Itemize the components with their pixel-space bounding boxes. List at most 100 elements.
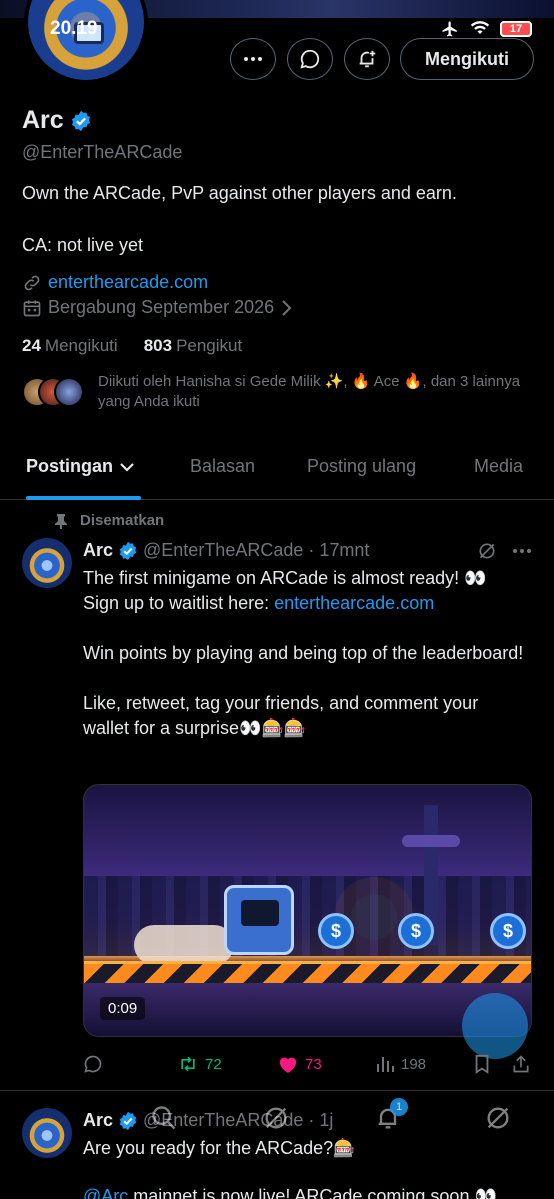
coin-icon: $	[398, 913, 434, 949]
like-count: 73	[305, 1055, 322, 1073]
post-header: Arc @EnterTheARCade · 1j	[83, 1110, 333, 1131]
profile-avatar[interactable]	[24, 0, 148, 84]
views-count: 198	[401, 1055, 427, 1073]
views-icon	[377, 1057, 394, 1072]
verified-badge-icon[interactable]	[70, 110, 92, 132]
active-tab-indicator	[26, 496, 141, 500]
pinned-indicator: Disematkan	[54, 512, 164, 529]
website-row: enterthearcade.com	[22, 272, 208, 293]
tab-media[interactable]: Media	[474, 456, 523, 477]
post-header: Arc @EnterTheARCade · 17mnt	[83, 540, 369, 561]
repost-icon	[181, 1056, 195, 1072]
repost-button[interactable]: 72	[177, 1054, 222, 1074]
joined-date: Bergabung September 2026	[48, 297, 275, 317]
post-author-name[interactable]: Arc	[83, 1110, 113, 1131]
notification-badge: 1	[390, 1098, 408, 1116]
tab-label: Postingan	[26, 456, 114, 476]
chevron-right-icon	[282, 299, 292, 316]
grok-icon[interactable]	[477, 541, 497, 561]
video-scene	[224, 885, 294, 955]
link-icon	[24, 275, 40, 290]
airplane-icon	[442, 21, 457, 37]
tab-replies[interactable]: Balasan	[190, 456, 255, 477]
post-paragraph: Win points by playing and being top of t…	[83, 643, 524, 663]
reply-button[interactable]	[83, 1054, 103, 1074]
coin-icon: $	[318, 913, 354, 949]
post-actions: 72 73 198	[83, 1054, 532, 1078]
followers-label: Pengikut	[176, 336, 243, 355]
more-options-button[interactable]	[230, 38, 276, 80]
share-button[interactable]	[511, 1054, 531, 1074]
profile-name: Arc	[22, 106, 64, 134]
video-duration: 0:09	[100, 997, 146, 1020]
post-text-line: Sign up to waitlist here:	[83, 593, 275, 613]
profile-bio: Own the ARCade, PvP against other player…	[22, 180, 532, 258]
share-icon	[513, 1055, 529, 1073]
followed-by-row[interactable]: Diikuti oleh Hanisha si Gede Milik ✨, 🔥 …	[22, 372, 528, 412]
chevron-down-icon	[120, 462, 134, 472]
status-time: 20.19	[50, 18, 98, 39]
followers-count-link[interactable]: 803 Pengikut	[144, 336, 243, 356]
coin-icon: $	[490, 913, 526, 949]
tab-posts[interactable]: Postingan	[26, 456, 135, 477]
post-text-fragment: mainnet is now live! ARCade coming soon …	[128, 1186, 497, 1199]
post-avatar[interactable]	[22, 538, 72, 588]
post-author-handle: @EnterTheARCade	[143, 1110, 304, 1130]
battery-icon: 17	[500, 21, 532, 37]
website-link[interactable]: enterthearcade.com	[48, 272, 208, 293]
status-icons: 17	[440, 20, 532, 38]
wifi-icon	[470, 21, 490, 34]
video-scene	[402, 835, 460, 847]
bell-plus-icon	[359, 50, 376, 68]
messages-icon[interactable]	[484, 1104, 512, 1132]
followed-by-avatars	[22, 377, 84, 407]
verified-badge-icon	[119, 1111, 137, 1130]
compose-fab[interactable]	[462, 993, 528, 1059]
following-button[interactable]: Mengikuti	[400, 38, 534, 80]
post-paragraph: Like, retweet, tag your friends, and com…	[83, 693, 479, 738]
post-time: · 1j	[308, 1110, 334, 1130]
bookmark-button[interactable]	[473, 1054, 491, 1074]
post-divider	[0, 1090, 554, 1091]
repost-count: 72	[205, 1055, 222, 1073]
post-avatar[interactable]	[22, 1108, 72, 1158]
calendar-icon	[23, 300, 41, 316]
verified-badge-icon	[119, 541, 137, 560]
post-video[interactable]: $ $ $ 0:09	[83, 784, 532, 1037]
post-body: The first minigame on ARCade is almost r…	[83, 566, 528, 741]
message-button[interactable]	[287, 38, 333, 80]
reply-icon	[84, 1055, 102, 1073]
post-text-line: @Arc mainnet is now live! ARCade coming …	[83, 1186, 497, 1199]
bookmark-icon	[475, 1054, 489, 1074]
heart-icon	[279, 1057, 297, 1074]
profile-tabs: Postingan Balasan Posting ulang Media	[0, 440, 554, 500]
avatar	[54, 377, 84, 407]
video-scene	[134, 925, 234, 965]
post-link[interactable]: enterthearcade.com	[274, 593, 434, 613]
post-text-line: The first minigame on ARCade is almost r…	[83, 568, 487, 588]
following-label: Mengikuti	[44, 336, 118, 355]
profile-name-row: Arc	[22, 106, 92, 135]
post-text-line: Are you ready for the ARCade?🎰	[83, 1138, 356, 1158]
chat-bubble-icon	[300, 49, 320, 69]
following-count-link[interactable]: 24 Mengikuti	[22, 336, 118, 356]
video-scene	[84, 961, 531, 983]
notify-button[interactable]	[344, 38, 390, 80]
follow-counts: 24 Mengikuti 803 Pengikut	[22, 336, 242, 356]
more-icon	[244, 57, 262, 61]
post-mention[interactable]: @Arc	[83, 1186, 128, 1199]
followed-by-text: Diikuti oleh Hanisha si Gede Milik ✨, 🔥 …	[98, 373, 521, 410]
tab-reposts[interactable]: Posting ulang	[307, 456, 416, 477]
post-author-name[interactable]: Arc	[83, 540, 113, 561]
post-time: · 17mnt	[308, 540, 370, 560]
like-button[interactable]: 73	[277, 1054, 322, 1074]
following-count: 24	[22, 336, 41, 355]
pinned-label: Disematkan	[80, 512, 165, 529]
views-button[interactable]: 198	[375, 1054, 426, 1074]
pin-icon	[55, 513, 67, 529]
profile-handle: @EnterTheARCade	[22, 142, 183, 162]
followers-count: 803	[143, 336, 173, 355]
post-more-icon[interactable]	[512, 548, 532, 554]
post-author-handle: @EnterTheARCade	[143, 540, 304, 560]
joined-row[interactable]: Bergabung September 2026	[22, 297, 292, 318]
